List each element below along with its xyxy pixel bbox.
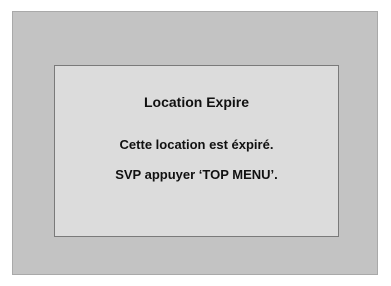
dialog-message-line-1: Cette location est éxpiré. bbox=[119, 137, 274, 152]
dialog-title: Location Expire bbox=[143, 94, 250, 110]
tv-screen: Location Expire Cette location est éxpir… bbox=[12, 11, 378, 275]
dialog-message-line-2: SVP appuyer ‘TOP MENU’. bbox=[115, 167, 278, 182]
rental-expired-dialog: Location Expire Cette location est éxpir… bbox=[54, 65, 339, 237]
